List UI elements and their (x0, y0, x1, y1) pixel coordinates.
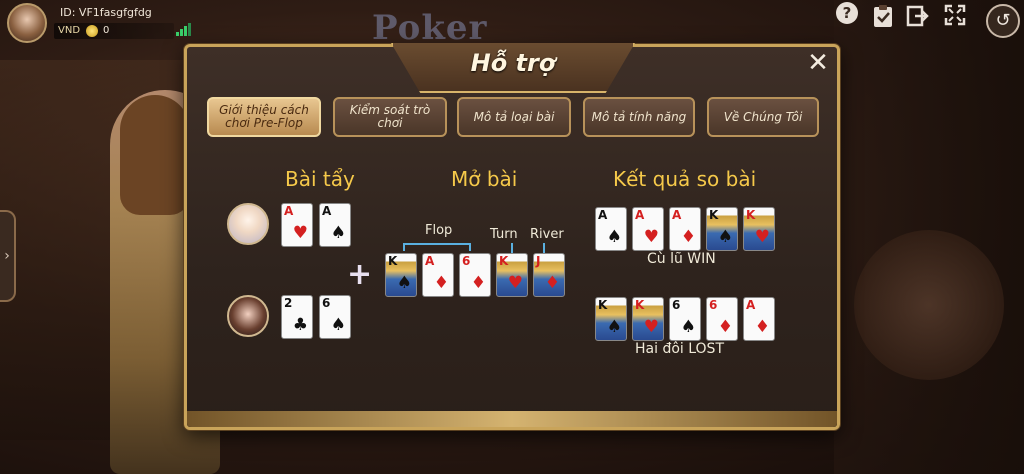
card-suit-icon: ♥ (292, 223, 308, 243)
lost-card-4: 6 ♦ (706, 297, 738, 341)
card-suit-icon: ♥ (643, 227, 659, 247)
clipboard-icon[interactable] (870, 4, 896, 30)
result-win-label: Cù lũ WIN (647, 251, 716, 267)
card-rank: A (598, 208, 608, 222)
top-toolbar: ? ↺ (824, 0, 1024, 44)
player2-avatar (227, 295, 269, 337)
hole-cards-heading: Bài tẩy (285, 167, 355, 191)
card-suit-icon: ♠ (396, 273, 412, 293)
win-card-1: A ♠ (595, 207, 627, 251)
open-cards-heading: Mở bài (451, 167, 518, 191)
close-button[interactable]: ✕ (805, 50, 831, 77)
card-suit-icon: ♠ (717, 227, 733, 247)
coin-icon (86, 25, 98, 37)
player2-card-2: 6 ♠ (319, 295, 351, 339)
result-heading: Kết quả so bài (613, 167, 757, 191)
tab-about-us[interactable]: Về Chúng Tôi (707, 97, 819, 137)
card-rank: K (388, 254, 398, 268)
card-rank: K (598, 298, 608, 312)
signal-icon (176, 22, 191, 36)
card-rank: 6 (672, 298, 681, 312)
card-rank: 6 (709, 298, 718, 312)
card-rank: A (322, 204, 332, 218)
help-icon[interactable]: ? (836, 2, 858, 24)
board-card-2: A ♦ (422, 253, 454, 297)
balance-value: 0 (103, 25, 110, 36)
tab-game-control[interactable]: Kiểm soát trò chơi (333, 97, 447, 137)
exit-icon[interactable] (904, 4, 930, 30)
card-suit-icon: ♥ (643, 317, 659, 337)
card-rank: A (672, 208, 682, 222)
lost-card-1: K ♠ (595, 297, 627, 341)
win-card-4: K ♠ (706, 207, 738, 251)
card-suit-icon: ♦ (717, 317, 733, 337)
player-info: ID: VF1fasgfgfdg VND 0 (0, 0, 196, 44)
user-avatar[interactable] (7, 3, 47, 43)
card-rank: 6 (322, 296, 331, 310)
card-suit-icon: ♠ (680, 317, 696, 337)
card-suit-icon: ♣ (292, 315, 308, 335)
card-suit-icon: ♠ (330, 223, 346, 243)
card-rank: K (709, 208, 719, 222)
lost-card-2: K ♥ (632, 297, 664, 341)
tab-hand-types[interactable]: Mô tả loại bài (457, 97, 571, 137)
card-rank: K (499, 254, 509, 268)
card-rank: K (635, 298, 645, 312)
card-rank: 2 (284, 296, 293, 310)
side-expand-button[interactable]: › (0, 210, 16, 302)
card-suit-icon: ♥ (507, 273, 523, 293)
card-suit-icon: ♦ (754, 317, 770, 337)
card-suit-icon: ♥ (754, 227, 770, 247)
card-suit-icon: ♦ (544, 273, 560, 293)
lost-card-5: A ♦ (743, 297, 775, 341)
card-rank: A (284, 204, 294, 218)
card-rank: A (425, 254, 435, 268)
board-card-5: J ♦ (533, 253, 565, 297)
river-label: River (530, 227, 564, 242)
player1-avatar (227, 203, 269, 245)
plus-icon: + (347, 257, 373, 292)
user-id: ID: VF1fasgfgfdg (60, 6, 152, 19)
back-icon[interactable]: ↺ (986, 4, 1020, 38)
currency-label: VND (58, 25, 81, 36)
card-suit-icon: ♦ (680, 227, 696, 247)
tab-features[interactable]: Mô tả tính năng (583, 97, 695, 137)
card-rank: A (746, 298, 756, 312)
background-dealer-hair (120, 95, 190, 215)
dialog-title: Hỗ trợ (470, 49, 556, 77)
win-card-5: K ♥ (743, 207, 775, 251)
card-rank: 6 (462, 254, 471, 268)
turn-label: Turn (490, 227, 518, 242)
card-suit-icon: ♠ (606, 317, 622, 337)
lost-card-3: 6 ♠ (669, 297, 701, 341)
win-card-2: A ♥ (632, 207, 664, 251)
flop-label: Flop (425, 223, 453, 238)
card-suit-icon: ♠ (606, 227, 622, 247)
board-card-1: K ♠ (385, 253, 417, 297)
card-suit-icon: ♠ (330, 315, 346, 335)
player1-card-2: A ♠ (319, 203, 351, 247)
help-dialog: Hỗ trợ ✕ Giới thiệu cách chơi Pre-Flop K… (184, 43, 840, 430)
card-suit-icon: ♦ (470, 273, 486, 293)
background-globe (854, 230, 1004, 380)
win-card-3: A ♦ (669, 207, 701, 251)
turn-tick (511, 243, 513, 253)
card-rank: J (536, 254, 541, 268)
dialog-title-plate: Hỗ trợ (391, 43, 635, 93)
flop-bracket (403, 243, 471, 251)
fullscreen-icon[interactable] (942, 4, 968, 30)
result-lost-label: Hai đôi LOST (635, 341, 724, 357)
board-card-3: 6 ♦ (459, 253, 491, 297)
card-suit-icon: ♦ (433, 273, 449, 293)
board-card-4: K ♥ (496, 253, 528, 297)
card-rank: A (635, 208, 645, 222)
player2-card-1: 2 ♣ (281, 295, 313, 339)
river-tick (543, 243, 545, 253)
card-rank: K (746, 208, 756, 222)
player1-card-1: A ♥ (281, 203, 313, 247)
tab-pre-flop[interactable]: Giới thiệu cách chơi Pre-Flop (207, 97, 321, 137)
